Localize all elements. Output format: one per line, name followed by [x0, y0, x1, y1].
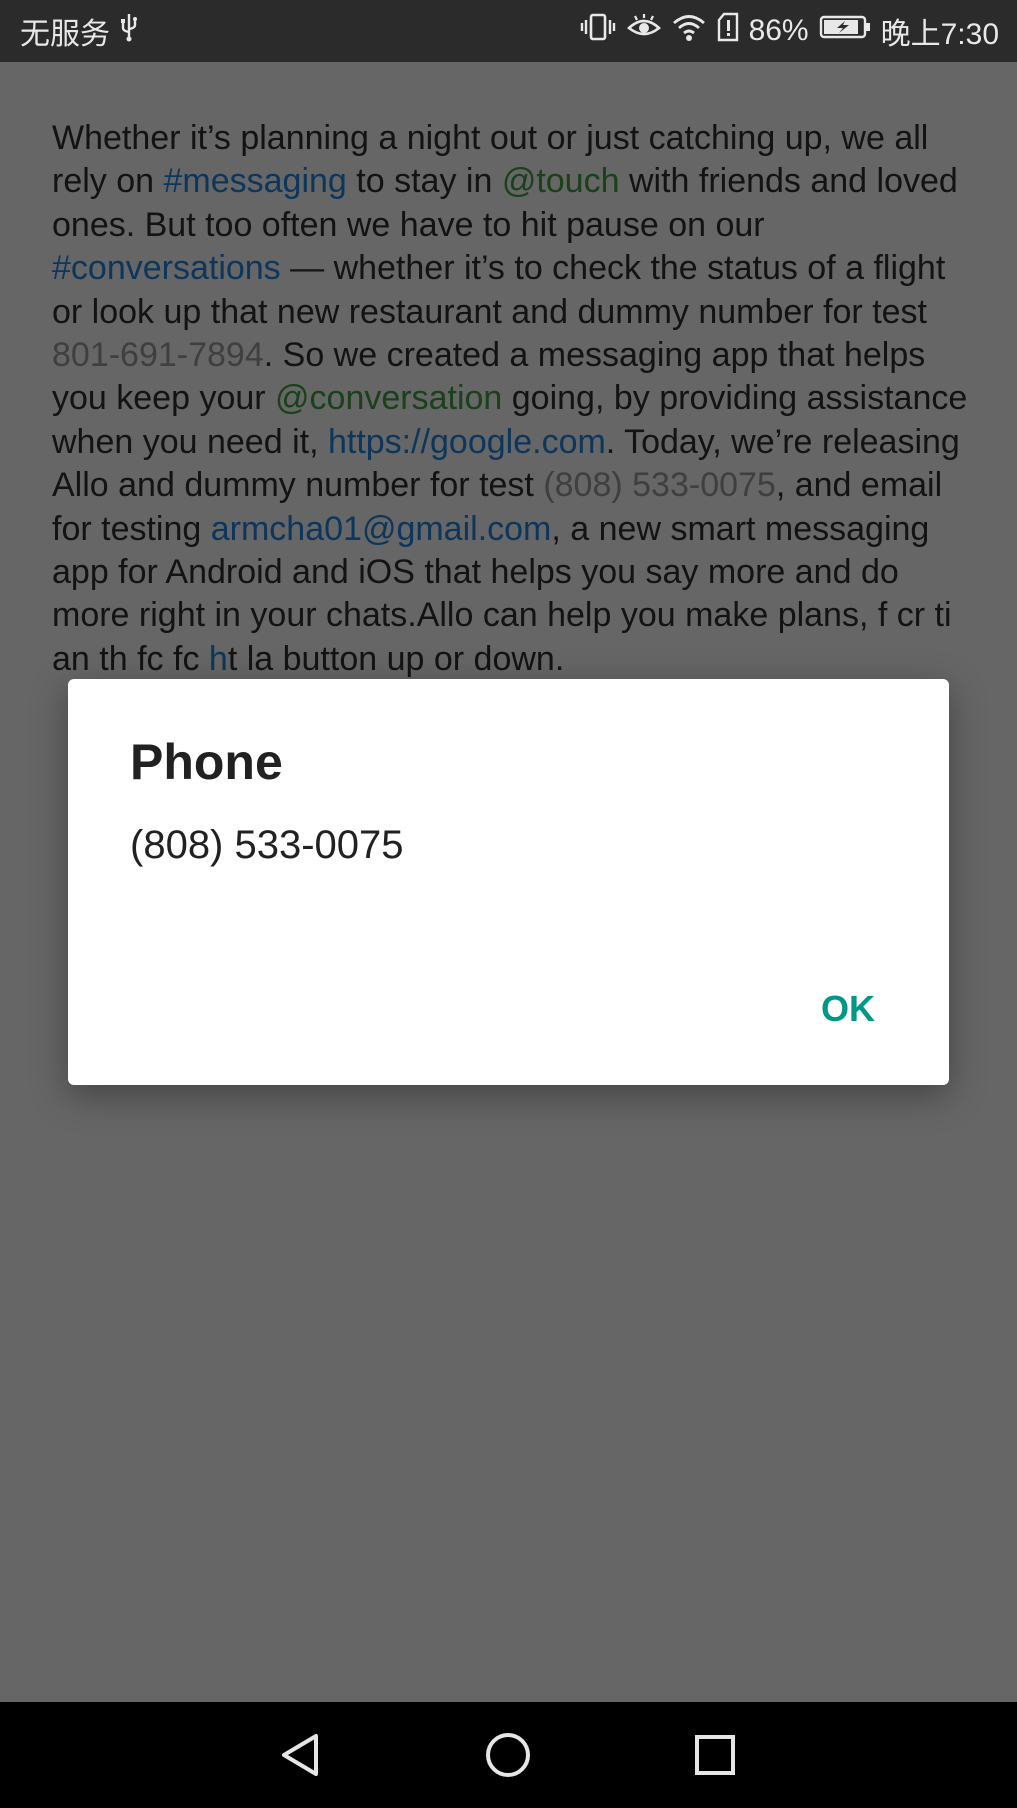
wifi-icon [671, 12, 707, 50]
battery-text: 86% [748, 14, 809, 47]
dialog-phone-number: (808) 533-0075 [130, 823, 404, 867]
vibrate-icon [579, 12, 617, 50]
status-left: 无服务 [20, 0, 140, 62]
navigation-bar [0, 1702, 1017, 1808]
carrier-text: 无服务 [20, 18, 110, 51]
home-circle-icon [486, 1733, 530, 1777]
phone-dialog: Phone (808) 533-0075 OK [68, 679, 949, 1085]
ok-button[interactable]: OK [807, 979, 889, 1039]
usb-icon [118, 12, 140, 50]
battery-charging-icon [819, 12, 871, 50]
recents-square-icon [695, 1735, 735, 1775]
back-triangle-icon [282, 1734, 318, 1776]
home-button[interactable] [473, 1720, 543, 1790]
back-button[interactable] [266, 1720, 336, 1790]
dialog-title: Phone [130, 734, 283, 790]
sim-alert-icon [717, 12, 739, 50]
recents-button[interactable] [680, 1720, 750, 1790]
clock-text: 晚上7:30 [880, 18, 999, 51]
status-bar: 无服务 86% 晚上7:30 [0, 0, 1017, 62]
status-right: 86% 晚上7:30 [579, 0, 999, 62]
eye-icon [626, 12, 661, 50]
